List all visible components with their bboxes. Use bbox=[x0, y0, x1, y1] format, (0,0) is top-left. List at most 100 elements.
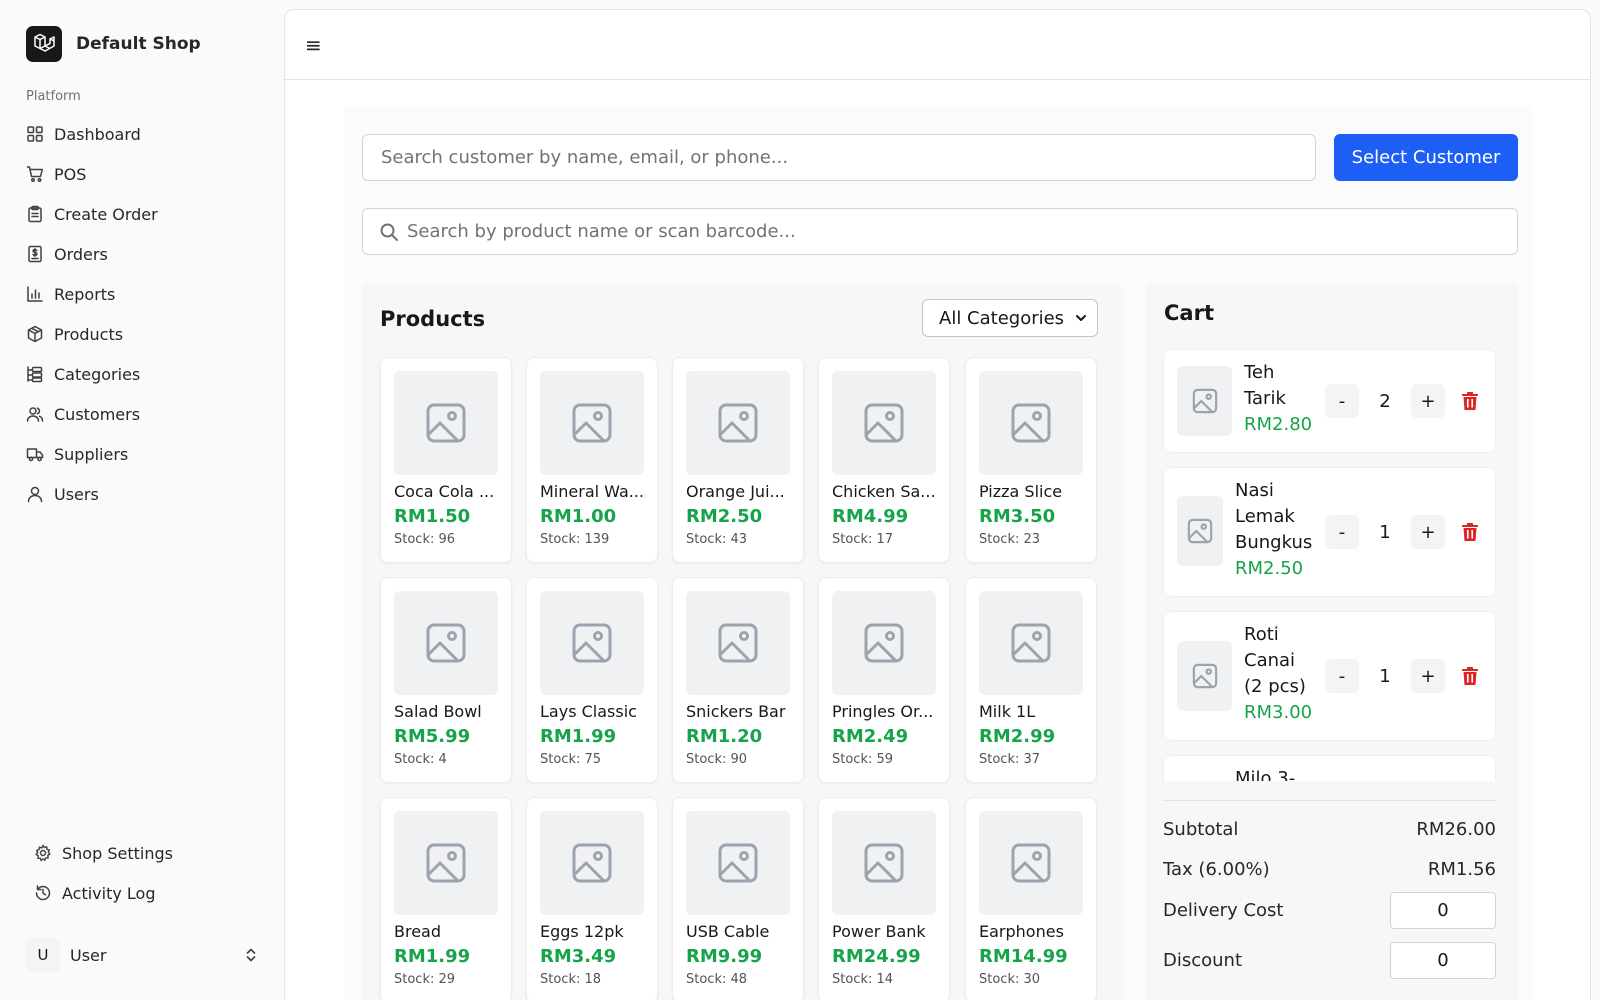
image-placeholder-icon bbox=[979, 591, 1083, 695]
product-card[interactable]: Milk 1L RM2.99 Stock: 37 bbox=[965, 577, 1097, 783]
product-name: Bread bbox=[394, 922, 442, 941]
sidebar-item-label: Dashboard bbox=[54, 124, 141, 144]
sidebar-item-pos[interactable]: POS bbox=[18, 154, 268, 194]
cart-item-price: RM2.80 bbox=[1244, 414, 1313, 435]
product-card[interactable]: Lays Classic RM1.99 Stock: 75 bbox=[526, 577, 658, 783]
delivery-cost-input[interactable] bbox=[1390, 892, 1496, 929]
product-stock: Stock: 4 bbox=[394, 752, 447, 767]
sidebar-item-create-order[interactable]: Create Order bbox=[18, 194, 268, 234]
product-name: USB Cable bbox=[686, 922, 770, 941]
product-search-input[interactable] bbox=[407, 209, 1507, 254]
image-placeholder-icon bbox=[1177, 641, 1232, 711]
decrease-qty-button[interactable]: - bbox=[1325, 384, 1359, 418]
sidebar-item-label: POS bbox=[54, 164, 87, 184]
product-card[interactable]: Snickers Bar RM1.20 Stock: 90 bbox=[672, 577, 804, 783]
cart-item-name: Nasi Lemak Bungkus bbox=[1235, 478, 1312, 556]
image-placeholder-icon bbox=[540, 371, 644, 475]
cart-item-name-line: Canai bbox=[1244, 650, 1296, 671]
product-card[interactable]: Eggs 12pk RM3.49 Stock: 18 bbox=[526, 797, 658, 1000]
sidebar-item-users[interactable]: Users bbox=[18, 474, 268, 514]
sidebar-item-orders[interactable]: Orders bbox=[18, 234, 268, 274]
increase-qty-button[interactable]: + bbox=[1411, 384, 1445, 418]
user-icon bbox=[27, 486, 43, 503]
trash-icon[interactable] bbox=[1461, 522, 1479, 542]
image-placeholder-icon bbox=[394, 591, 498, 695]
cart-item-qty: 1 bbox=[1379, 666, 1391, 687]
customer-search-input[interactable] bbox=[362, 134, 1316, 181]
users-icon bbox=[26, 407, 44, 422]
cart-item: Teh Tarik RM2.80 - 2 + bbox=[1163, 349, 1496, 453]
category-select[interactable]: All Categories bbox=[922, 299, 1098, 337]
product-card[interactable]: USB Cable RM9.99 Stock: 48 bbox=[672, 797, 804, 1000]
select-customer-button[interactable]: Select Customer bbox=[1334, 134, 1518, 181]
sidebar-item-label: Reports bbox=[54, 284, 116, 304]
product-stock: Stock: 17 bbox=[832, 532, 894, 547]
product-stock: Stock: 37 bbox=[979, 752, 1041, 767]
sidebar-item-suppliers[interactable]: Suppliers bbox=[18, 434, 268, 474]
product-card[interactable]: Bread RM1.99 Stock: 29 bbox=[380, 797, 512, 1000]
sidebar-item-label: Activity Log bbox=[62, 883, 156, 903]
cart-item-name-line: Lemak bbox=[1235, 506, 1295, 527]
sidebar-item-label: Customers bbox=[54, 404, 141, 424]
product-price: RM3.49 bbox=[540, 946, 617, 967]
image-placeholder-icon bbox=[686, 371, 790, 475]
sidebar-item-label: Users bbox=[54, 484, 99, 504]
product-search[interactable] bbox=[362, 208, 1518, 255]
main-nav: Dashboard POS Create Order Orders Report… bbox=[18, 114, 268, 514]
image-placeholder-icon bbox=[832, 591, 936, 695]
cart-panel: Cart Teh Tarik RM2.80 - 2 + Nasi Lemak B… bbox=[1146, 283, 1518, 1000]
product-card[interactable]: Pizza Slice RM3.50 Stock: 23 bbox=[965, 357, 1097, 563]
product-card[interactable]: Orange Jui... RM2.50 Stock: 43 bbox=[672, 357, 804, 563]
product-card[interactable]: Salad Bowl RM5.99 Stock: 4 bbox=[380, 577, 512, 783]
image-placeholder-icon bbox=[394, 811, 498, 915]
increase-qty-button[interactable]: + bbox=[1411, 659, 1445, 693]
product-name: Pizza Slice bbox=[979, 482, 1063, 501]
product-name: Salad Bowl bbox=[394, 702, 482, 721]
product-stock: Stock: 139 bbox=[540, 532, 610, 547]
brand-name: Default Shop bbox=[76, 34, 201, 54]
sidebar-item-reports[interactable]: Reports bbox=[18, 274, 268, 314]
cart-icon bbox=[26, 166, 44, 182]
sidebar-item-products[interactable]: Products bbox=[18, 314, 268, 354]
increase-qty-button[interactable]: + bbox=[1411, 515, 1445, 549]
image-placeholder-icon bbox=[832, 811, 936, 915]
receipt-icon bbox=[28, 245, 42, 263]
image-placeholder-icon bbox=[686, 811, 790, 915]
trash-icon[interactable] bbox=[1461, 666, 1479, 686]
product-name: Pringles Or... bbox=[832, 702, 934, 721]
cart-item-name-line: Milo 3- bbox=[1235, 768, 1296, 781]
product-card[interactable]: Earphones RM14.99 Stock: 30 bbox=[965, 797, 1097, 1000]
product-stock: Stock: 75 bbox=[540, 752, 602, 767]
topbar: ≡ bbox=[285, 10, 1590, 80]
discount-input[interactable] bbox=[1390, 942, 1496, 979]
sidebar-item-customers[interactable]: Customers bbox=[18, 394, 268, 434]
sidebar-item-activity-log[interactable]: Activity Log bbox=[26, 873, 266, 913]
product-stock: Stock: 43 bbox=[686, 532, 748, 547]
cart-item: Roti Canai (2 pcs) RM3.00 - 1 + bbox=[1163, 611, 1496, 741]
main-panel: ≡ Select Customer Products All Categorie… bbox=[284, 9, 1591, 1000]
product-card[interactable]: Coca Cola ... RM1.50 Stock: 96 bbox=[380, 357, 512, 563]
user-menu[interactable]: U User bbox=[26, 937, 258, 973]
sidebar-item-shop-settings[interactable]: Shop Settings bbox=[26, 833, 266, 873]
product-price: RM1.00 bbox=[540, 506, 617, 527]
product-stock: Stock: 90 bbox=[686, 752, 748, 767]
image-placeholder-icon bbox=[979, 371, 1083, 475]
product-stock: Stock: 48 bbox=[686, 972, 748, 987]
product-card[interactable]: Chicken Sa... RM4.99 Stock: 17 bbox=[818, 357, 950, 563]
sidebar-item-categories[interactable]: Categories bbox=[18, 354, 268, 394]
brand[interactable]: Default Shop bbox=[26, 26, 201, 62]
decrease-qty-button[interactable]: - bbox=[1325, 659, 1359, 693]
decrease-qty-button[interactable]: - bbox=[1325, 515, 1359, 549]
sidebar-item-dashboard[interactable]: Dashboard bbox=[18, 114, 268, 154]
image-placeholder-icon bbox=[1177, 496, 1223, 566]
product-card[interactable]: Power Bank RM24.99 Stock: 14 bbox=[818, 797, 950, 1000]
nav-section-label: Platform bbox=[26, 89, 81, 104]
sidebar: Default Shop Platform Dashboard POS Crea… bbox=[0, 0, 284, 1000]
menu-icon[interactable]: ≡ bbox=[305, 33, 322, 57]
product-name: Lays Classic bbox=[540, 702, 637, 721]
chart-icon bbox=[27, 286, 43, 302]
product-card[interactable]: Pringles Or... RM2.49 Stock: 59 bbox=[818, 577, 950, 783]
product-card[interactable]: Mineral Wa... RM1.00 Stock: 139 bbox=[526, 357, 658, 563]
trash-icon[interactable] bbox=[1461, 391, 1479, 411]
cart-list[interactable]: Teh Tarik RM2.80 - 2 + Nasi Lemak Bungku… bbox=[1163, 349, 1496, 781]
